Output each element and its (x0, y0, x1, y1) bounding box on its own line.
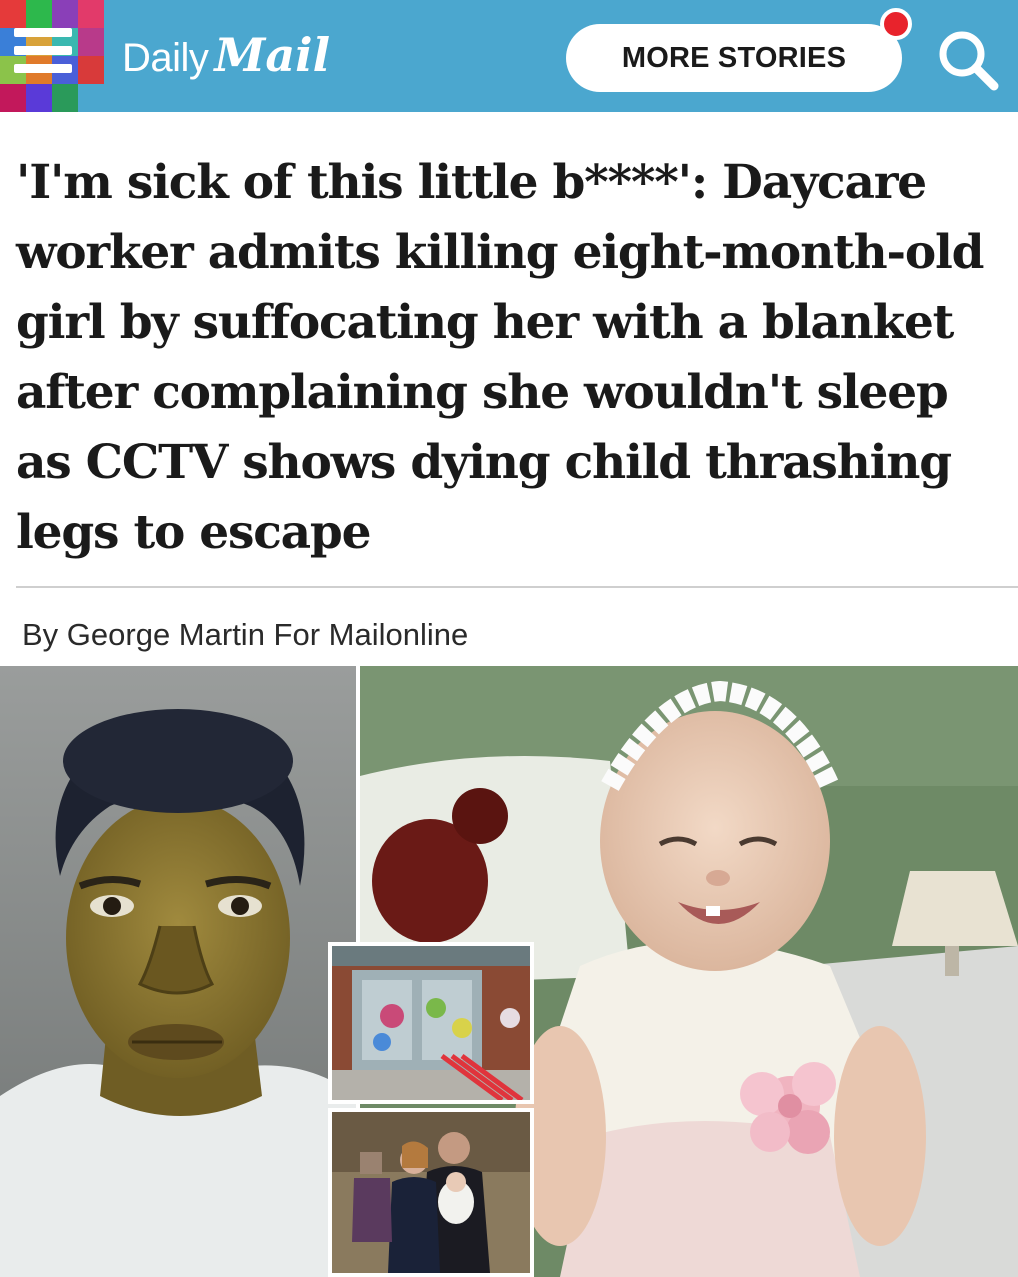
site-logo[interactable]: Daily Mail (122, 28, 330, 88)
article-photo-collage[interactable] (0, 666, 1018, 1277)
article-headline[interactable]: 'I'm sick of this little b****': Daycare… (16, 148, 1006, 568)
more-stories-button[interactable]: MORE STORIES (566, 24, 902, 92)
notification-dot-icon (880, 8, 912, 40)
logo-daily-text: Daily (122, 36, 209, 80)
divider (16, 586, 1018, 588)
memorial-inset-photo (328, 942, 534, 1104)
logo-mail-text: Mail (214, 28, 331, 82)
article-byline: By George Martin For Mailonline (22, 617, 469, 652)
hamburger-menu-icon (14, 26, 72, 86)
suspect-mugshot-photo (0, 666, 356, 1277)
family-inset-photo (328, 1108, 534, 1277)
search-icon[interactable] (930, 22, 1006, 98)
site-header: Daily Mail MORE STORIES (0, 0, 1018, 112)
